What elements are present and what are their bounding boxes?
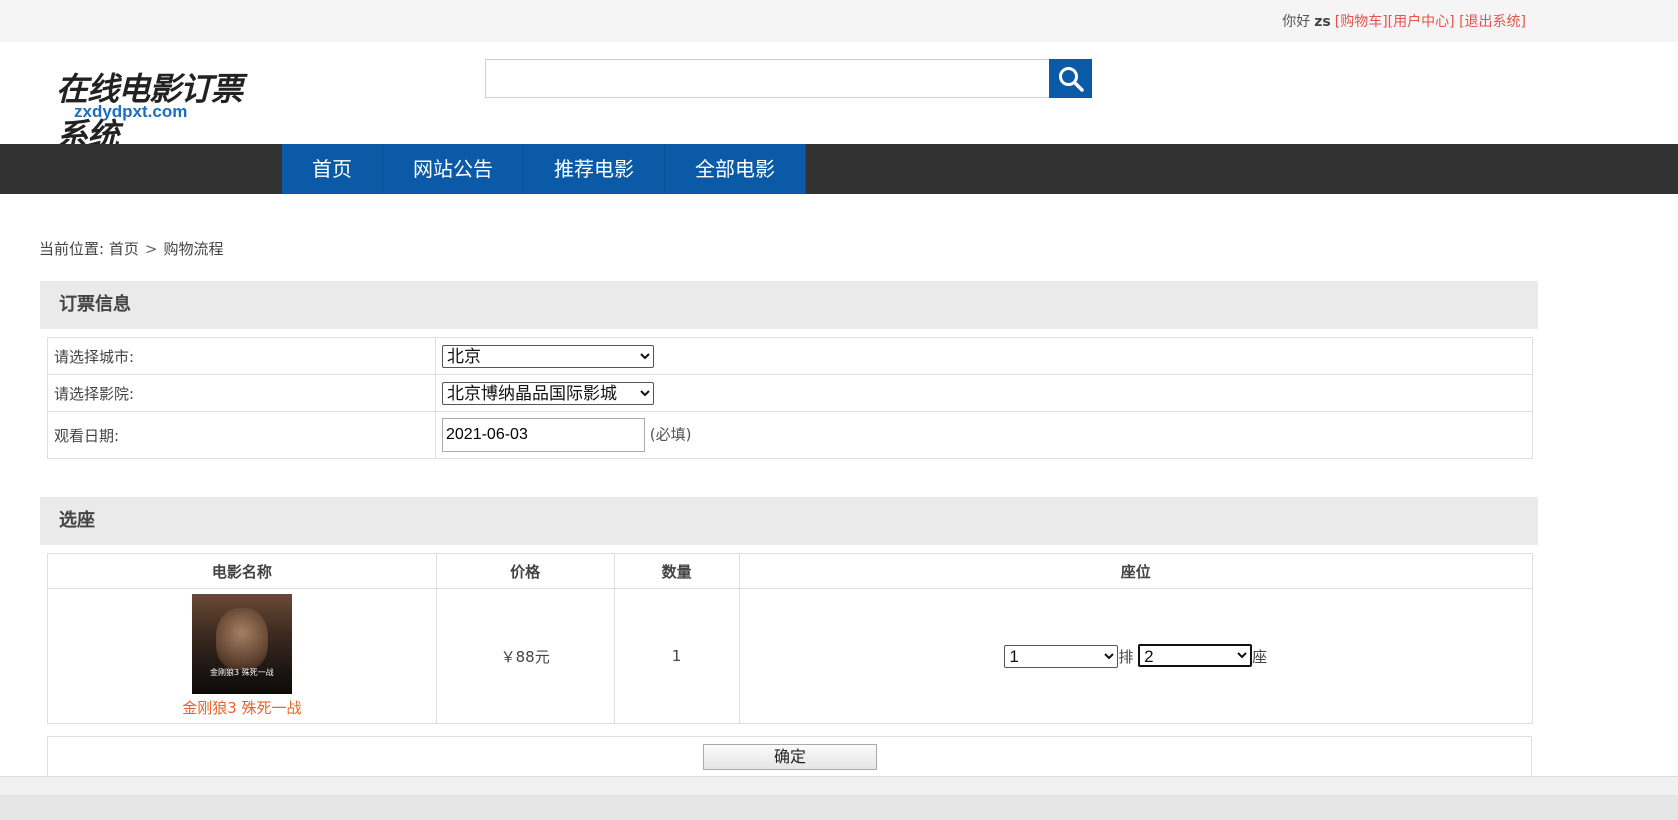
table-row: 金刚狼3 殊死一战 金刚狼3 殊死一战 ￥88元 1 1 排 2 座 — [47, 588, 1534, 724]
user-greeting: 你好 zs [购物车][用户中心] [退出系统] — [1282, 11, 1526, 31]
seat-select[interactable]: 2 — [1138, 644, 1253, 667]
col-price: 价格 — [435, 553, 615, 589]
site-logo[interactable]: 在线电影订票系统 zxdydpxt.com — [56, 64, 266, 154]
col-movie-name: 电影名称 — [47, 553, 437, 589]
price-cell: ￥88元 — [435, 588, 615, 724]
movie-poster[interactable]: 金刚狼3 殊死一战 — [191, 594, 292, 694]
confirm-button[interactable]: 确定 — [703, 744, 877, 770]
cart-link[interactable]: [购物车] — [1335, 14, 1388, 30]
breadcrumb-separator: > — [144, 240, 158, 258]
date-input[interactable] — [442, 418, 645, 452]
user-center-link[interactable]: [用户中心] — [1388, 14, 1455, 30]
nav-all-movies[interactable]: 全部电影 — [665, 144, 806, 194]
breadcrumb: 当前位置: 首页 > 购物流程 — [39, 238, 223, 259]
city-select[interactable]: 北京 — [442, 344, 654, 368]
seat-unit: 座 — [1252, 648, 1268, 666]
breadcrumb-prefix: 当前位置: — [39, 240, 105, 258]
booking-info-heading: 订票信息 — [40, 281, 1538, 329]
search-button[interactable] — [1049, 59, 1092, 98]
main-nav: 首页 网站公告 推荐电影 全部电影 — [0, 144, 1678, 194]
row-select[interactable]: 1 — [1004, 645, 1119, 668]
date-required-hint: (必填) — [649, 425, 692, 444]
seat-selection-heading: 选座 — [40, 497, 1538, 545]
date-label: 观看日期: — [47, 411, 436, 459]
poster-caption: 金刚狼3 殊死一战 — [210, 668, 274, 677]
row-unit: 排 — [1118, 648, 1134, 666]
username: zs — [1314, 14, 1331, 30]
footer-bar — [0, 795, 1678, 820]
cinema-label: 请选择影院: — [47, 374, 436, 412]
nav-home[interactable]: 首页 — [282, 144, 383, 194]
logout-link[interactable]: [退出系统] — [1459, 14, 1526, 30]
logo-domain: zxdydpxt.com — [74, 102, 188, 121]
cinema-select[interactable]: 北京博纳晶品国际影城 — [442, 381, 654, 405]
nav-announcements[interactable]: 网站公告 — [383, 144, 524, 194]
poster-image — [215, 608, 268, 670]
col-quantity: 数量 — [613, 553, 740, 589]
greeting-text: 你好 — [1282, 14, 1311, 30]
booking-info-table: 请选择城市: 北京 请选择影院: 北京博纳晶品国际影城 观看日期: (必填) — [47, 337, 1533, 459]
footer — [0, 776, 1678, 820]
quantity-cell: 1 — [613, 588, 740, 724]
top-bar: 你好 zs [购物车][用户中心] [退出系统] — [0, 0, 1678, 42]
breadcrumb-home[interactable]: 首页 — [109, 240, 139, 258]
seat-selection-table: 电影名称 价格 数量 座位 金刚狼3 殊死一战 金刚狼3 殊死一战 ￥88元 1… — [47, 553, 1534, 724]
breadcrumb-current: 购物流程 — [163, 240, 224, 258]
col-seat: 座位 — [738, 553, 1534, 589]
movie-name-link[interactable]: 金刚狼3 殊死一战 — [182, 697, 301, 718]
city-label: 请选择城市: — [47, 337, 436, 375]
confirm-area: 确定 — [47, 736, 1532, 776]
search-input[interactable] — [485, 59, 1050, 98]
nav-recommended-movies[interactable]: 推荐电影 — [524, 144, 665, 194]
search-icon — [1058, 66, 1084, 92]
